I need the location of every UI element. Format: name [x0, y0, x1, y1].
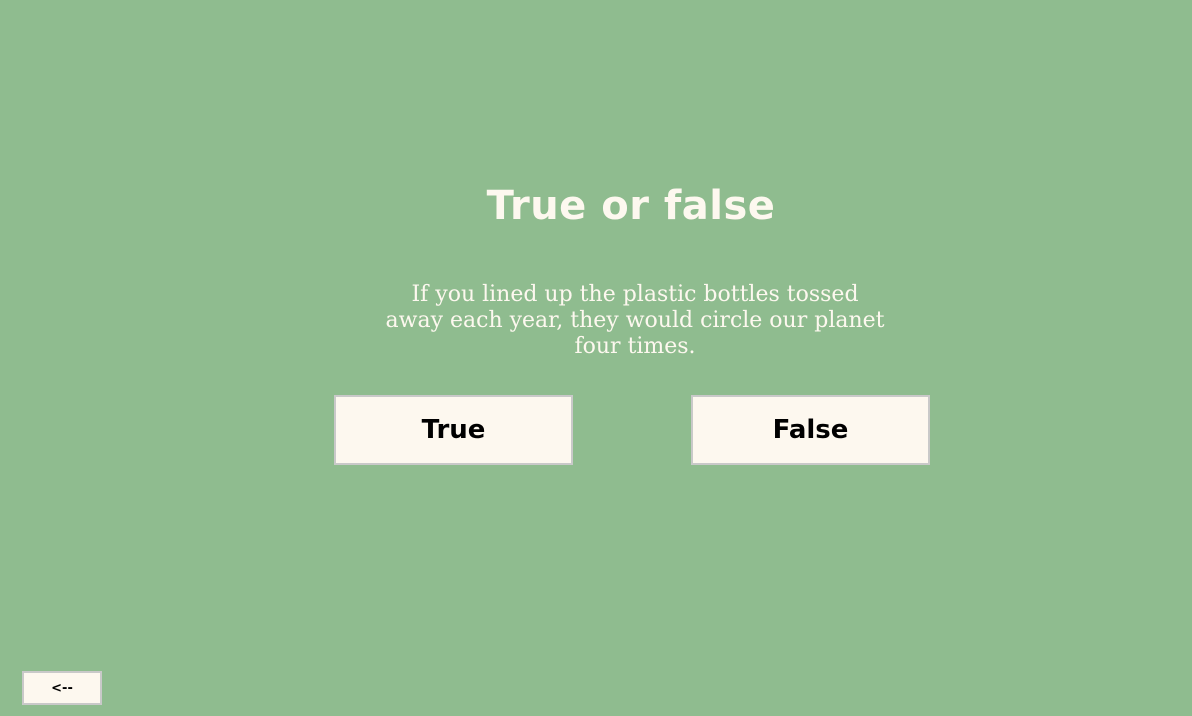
- back-arrow-icon: <--: [51, 680, 73, 696]
- page-title: True or false: [486, 183, 776, 229]
- true-button-label: True: [421, 415, 486, 445]
- question-text: If you lined up the plastic bottles toss…: [385, 282, 885, 359]
- back-button[interactable]: <--: [22, 671, 102, 705]
- false-button[interactable]: False: [691, 395, 930, 465]
- false-button-label: False: [772, 415, 849, 445]
- true-button[interactable]: True: [334, 395, 573, 465]
